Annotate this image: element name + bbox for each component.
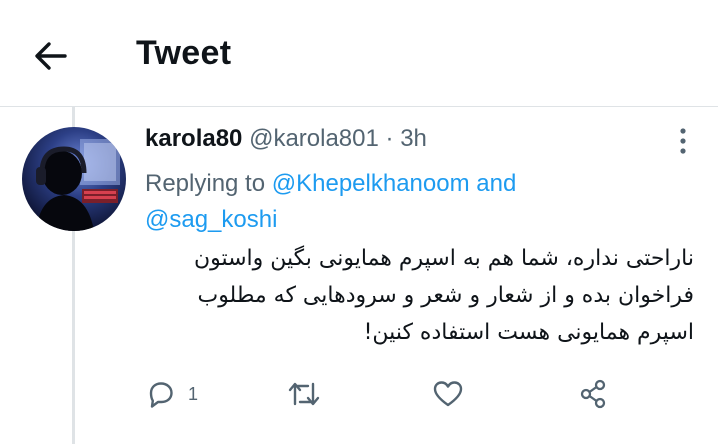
replying-prefix: Replying to <box>145 170 266 197</box>
share-button[interactable] <box>578 372 610 416</box>
more-options-button[interactable] <box>668 124 698 158</box>
more-vertical-icon <box>680 128 686 154</box>
tweet-text: ناراحتی نداره، شما هم به اسپرم همایونی ب… <box>193 246 694 345</box>
replying-joiner[interactable]: and <box>476 170 516 197</box>
author-name[interactable]: karola80 <box>145 125 242 152</box>
replying-to: Replying to @Khepelkhanoom and @sag_kosh… <box>145 166 665 238</box>
share-icon <box>580 379 606 409</box>
retweet-icon <box>288 382 320 406</box>
page-title: Tweet <box>136 34 232 72</box>
reply-count: 1 <box>188 383 199 404</box>
back-button[interactable] <box>30 36 70 76</box>
meta-separator: · <box>385 125 394 152</box>
retweet-button[interactable] <box>286 372 322 416</box>
author-handle[interactable]: @karola801 <box>249 125 379 152</box>
reply-button[interactable]: 1 <box>146 372 198 416</box>
mention-link[interactable]: @sag_koshi <box>145 206 277 233</box>
arrow-left-icon <box>35 42 67 70</box>
top-bar: Tweet <box>0 0 718 107</box>
tweet-detail-page: Tweet karola80 @karola801 · 3h Replying … <box>0 0 718 444</box>
heart-icon <box>433 381 463 407</box>
reply-icon <box>149 382 173 408</box>
tweet-header: karola80 @karola801 · 3h <box>145 125 427 153</box>
tweet-timestamp[interactable]: 3h <box>400 125 427 152</box>
avatar[interactable] <box>22 127 126 231</box>
tweet-actions: 1 <box>0 372 718 416</box>
mention-link[interactable]: @Khepelkhanoom <box>272 170 470 197</box>
like-button[interactable] <box>432 372 464 416</box>
